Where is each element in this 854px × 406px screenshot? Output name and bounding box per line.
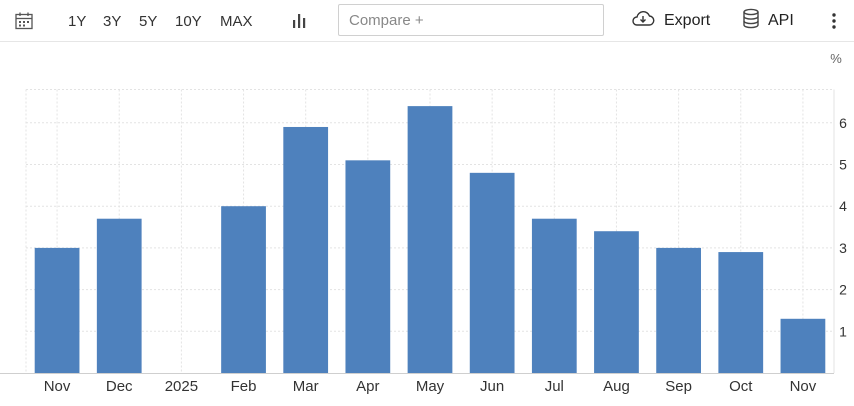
- range-3y-button[interactable]: 3Y: [103, 0, 121, 42]
- range-10y-button[interactable]: 10Y: [175, 0, 202, 42]
- database-icon: [742, 8, 760, 35]
- bar-chart: Nov Dec 2025 Feb Mar Apr May Jun Jul Aug Sep Oct Nov…: [0, 51, 847, 395]
- compare-input[interactable]: [338, 4, 604, 36]
- calendar-icon[interactable]: [14, 0, 34, 42]
- cloud-download-icon: [630, 9, 656, 34]
- range-max-button[interactable]: MAX: [220, 0, 253, 42]
- bar[interactable]: [718, 252, 764, 373]
- x-tick-label: 2025: [165, 378, 198, 395]
- range-1y-button[interactable]: 1Y: [68, 0, 86, 42]
- bar[interactable]: [594, 231, 639, 373]
- bar[interactable]: [531, 218, 577, 373]
- x-tick-label: Nov: [790, 378, 817, 395]
- x-tick-label: Nov: [44, 378, 71, 395]
- x-tick-label: Aug: [603, 378, 630, 395]
- y-axis-unit-label: %: [830, 51, 842, 66]
- bar[interactable]: [780, 318, 826, 373]
- bar[interactable]: [407, 106, 453, 374]
- bar[interactable]: [469, 172, 515, 373]
- bar[interactable]: [96, 218, 142, 373]
- range-5y-button[interactable]: 5Y: [139, 0, 157, 42]
- y-tick-label: 3: [839, 240, 847, 256]
- export-label: Export: [664, 12, 711, 29]
- y-tick-label: 4: [839, 198, 847, 214]
- x-tick-label: Apr: [356, 378, 379, 395]
- x-tick-label: Oct: [729, 378, 753, 395]
- x-tick-label: Jun: [480, 378, 504, 395]
- bar[interactable]: [34, 247, 80, 373]
- bar[interactable]: [656, 247, 701, 373]
- x-tick-label: Feb: [231, 378, 257, 395]
- x-tick-label: Jul: [545, 378, 564, 395]
- vertical-dots-icon[interactable]: [826, 0, 842, 42]
- x-tick-label: May: [416, 378, 445, 395]
- bar[interactable]: [283, 126, 329, 373]
- x-tick-label: Sep: [665, 378, 692, 395]
- export-button[interactable]: Export: [630, 0, 710, 42]
- x-tick-label: Dec: [106, 378, 133, 395]
- y-tick-label: 6: [839, 115, 847, 131]
- y-tick-label: 5: [839, 157, 847, 173]
- bar[interactable]: [221, 206, 266, 373]
- y-tick-label: 1: [839, 323, 847, 339]
- bar-chart-icon[interactable]: [290, 0, 310, 42]
- api-label: API: [768, 12, 794, 29]
- y-tick-label: 2: [839, 282, 847, 298]
- api-button[interactable]: API: [742, 0, 794, 42]
- bar[interactable]: [345, 160, 391, 373]
- bars: [34, 106, 826, 374]
- chart-toolbar: 1Y 3Y 5Y 10Y MAX Export: [0, 0, 854, 42]
- x-tick-label: Mar: [293, 378, 319, 395]
